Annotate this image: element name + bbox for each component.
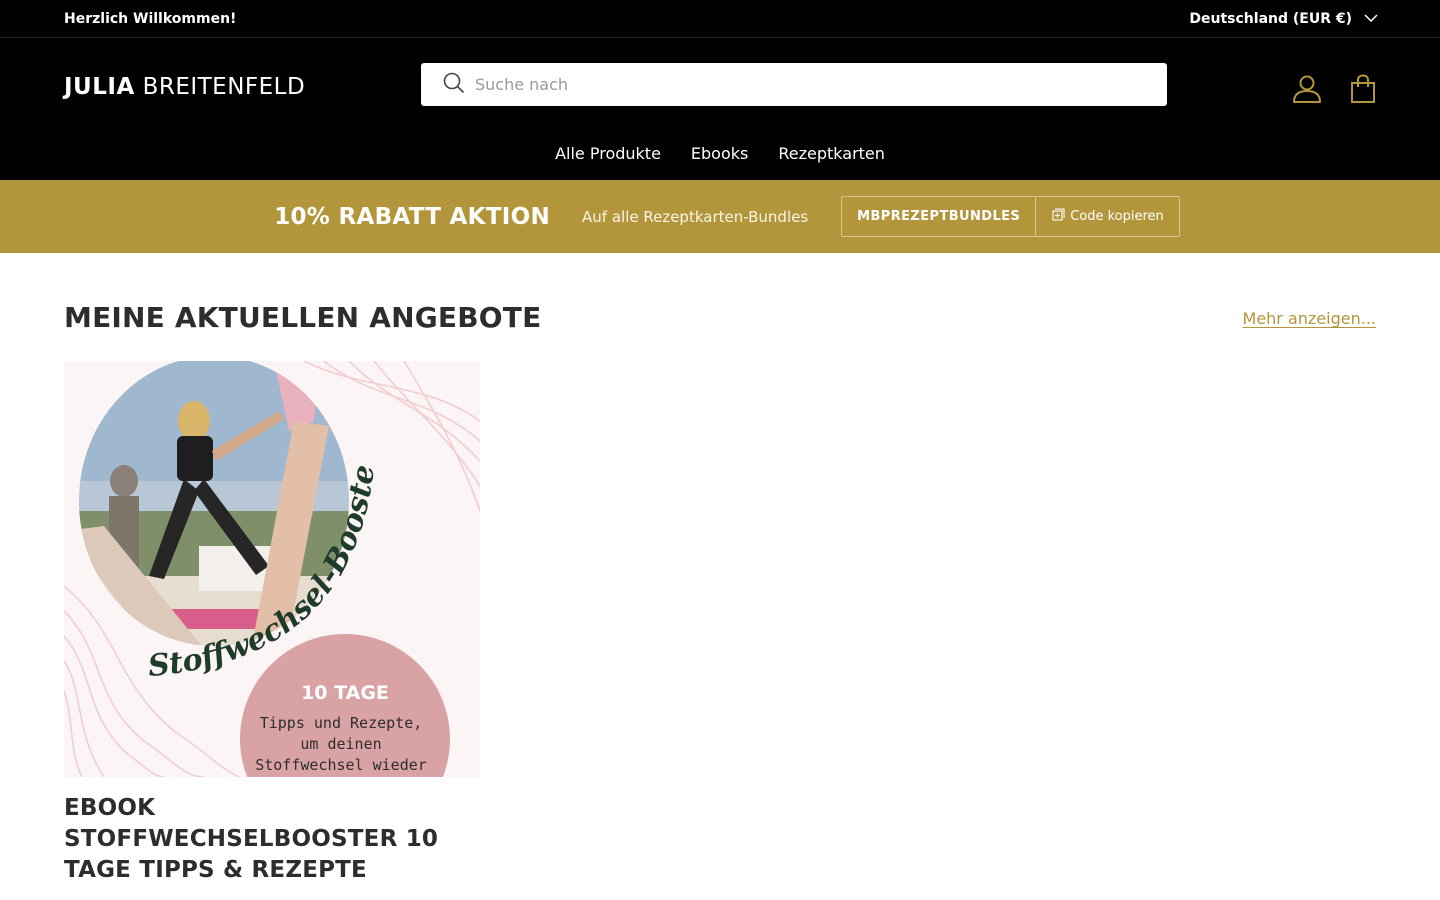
search-bar[interactable] [421,63,1167,106]
badge-title: 10 TAGE [301,682,389,704]
show-more-link[interactable]: Mehr anzeigen... [1243,309,1376,328]
copy-icon [1052,208,1065,225]
discount-code-box: MBPREZEPTBUNDLES Code kopieren [841,196,1180,237]
badge-line-2: um deinen [300,735,381,753]
search-input[interactable] [475,63,1167,106]
badge-line-3: Stoffwechsel wieder [255,756,427,774]
user-icon[interactable] [1292,73,1322,105]
discount-code[interactable]: MBPREZEPTBUNDLES [842,197,1037,236]
logo-last-name: BREITENFELD [142,74,306,100]
country-label: Deutschland (EUR €) [1189,10,1352,27]
main-navigation: Alle Produkte Ebooks Rezeptkarten [0,144,1440,163]
section-title: MEINE AKTUELLEN ANGEBOTE [64,301,542,334]
badge-line-1: Tipps und Rezepte, [260,714,423,732]
country-selector[interactable]: Deutschland (EUR €) [1189,11,1378,27]
product-title[interactable]: EBOOK STOFFWECHSELBOOSTER 10 TAGE TIPPS … [64,793,454,886]
product-image[interactable]: Stoffwechsel-Booster 10 TAGE Tipps und R… [64,361,480,777]
chevron-down-icon [1364,14,1378,23]
promo-banner: 10% RABATT AKTION Auf alle Rezeptkarten-… [0,180,1440,253]
copy-code-button[interactable]: Code kopieren [1036,197,1179,236]
site-logo[interactable]: JULIA BREITENFELD [64,74,305,100]
site-header: JULIA BREITENFELD Alle Produkte Eboo [0,38,1440,180]
nav-item-alle-produkte[interactable]: Alle Produkte [555,144,661,163]
welcome-text: Herzlich Willkommen! [64,10,237,27]
search-icon[interactable] [443,72,465,98]
cart-bag-icon[interactable] [1348,73,1378,105]
nav-item-rezeptkarten[interactable]: Rezeptkarten [778,144,885,163]
promo-subtext: Auf alle Rezeptkarten-Bundles [582,207,809,226]
product-card[interactable]: Stoffwechsel-Booster 10 TAGE Tipps und R… [64,361,480,886]
header-actions [1292,73,1378,105]
promo-headline: 10% RABATT AKTION [274,203,551,230]
logo-first-name: JULIA [64,74,135,100]
copy-code-label: Code kopieren [1070,209,1164,224]
nav-item-ebooks[interactable]: Ebooks [691,144,748,163]
announcement-bar: Herzlich Willkommen! Deutschland (EUR €) [0,0,1440,38]
